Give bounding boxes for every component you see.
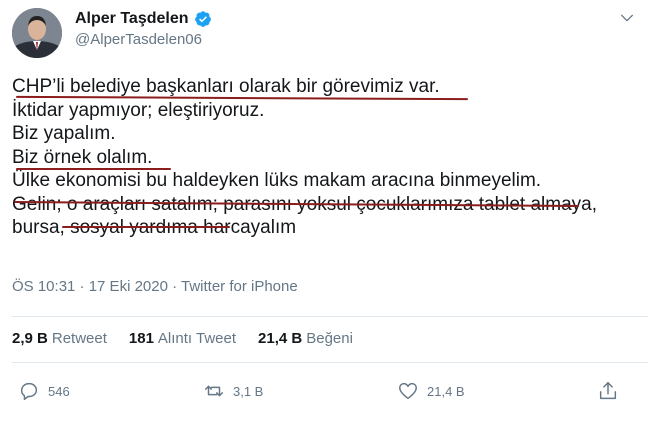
quote-stat-label: Alıntı Tweet [157,330,237,347]
verified-badge-icon [194,11,211,27]
like-stat-label: Beğeni [306,330,353,347]
tweet-stats: 2,9 B Retweet 181 Alıntı Tweet 21,4 B Beğen… [12,330,353,347]
reply-button[interactable]: 546 [18,380,70,402]
tweet-line: Biz yapalım. [12,123,116,144]
tweet-line: İktidar yapmıyor; eleştiriyoruz. [12,99,265,121]
author-name[interactable]: Alper Taşdelen [75,10,189,28]
tweet-card: Alper Taşdelen @AlperTasdelen06 CHP’li b… [0,0,660,429]
tweet-timestamp[interactable]: ÖS 10:31 · 17 Eki 2020 · Twitter for iPh… [12,278,298,295]
underline-mark [62,226,230,228]
retweet-count: 3,1 B [233,383,264,399]
divider [12,316,648,317]
chevron-down-icon[interactable] [619,10,635,26]
avatar[interactable] [12,8,62,58]
reply-count: 546 [48,383,70,399]
retweet-stat-label: Retweet [51,330,107,347]
reply-icon [20,382,38,400]
retweet-stat-count: 2,9 B [12,330,48,347]
share-button[interactable] [597,380,619,402]
author-handle[interactable]: @AlperTasdelen06 [75,31,202,48]
like-stat[interactable]: 21,4 B Beğeni [258,330,353,347]
like-stat-count: 21,4 B [258,330,303,347]
underline-mark [16,168,171,170]
like-button[interactable]: 21,4 B [397,380,465,402]
like-count: 21,4 B [427,383,465,399]
author-name-row[interactable]: Alper Taşdelen [75,10,212,28]
quote-stat[interactable]: 181 Alıntı Tweet [129,330,236,347]
tweet-line: Ülke ekonomisi bu haldeyken lüks makam a… [12,170,542,191]
tweet-line: Biz örnek olalım. [12,146,153,168]
retweet-icon [205,385,223,397]
tweet-actions: 546 3,1 B 21,4 B [0,378,660,408]
tweet-text: CHP’li belediye başkanları olarak bir gö… [12,75,652,240]
retweet-stat[interactable]: 2,9 B Retweet [12,330,107,347]
tweet-line: CHP’li belediye başkanları olarak bir gö… [12,76,440,97]
heart-icon [399,382,417,400]
divider [12,362,648,363]
share-icon [599,382,617,400]
retweet-button[interactable]: 3,1 B [203,380,263,402]
quote-stat-count: 181 [128,330,154,347]
